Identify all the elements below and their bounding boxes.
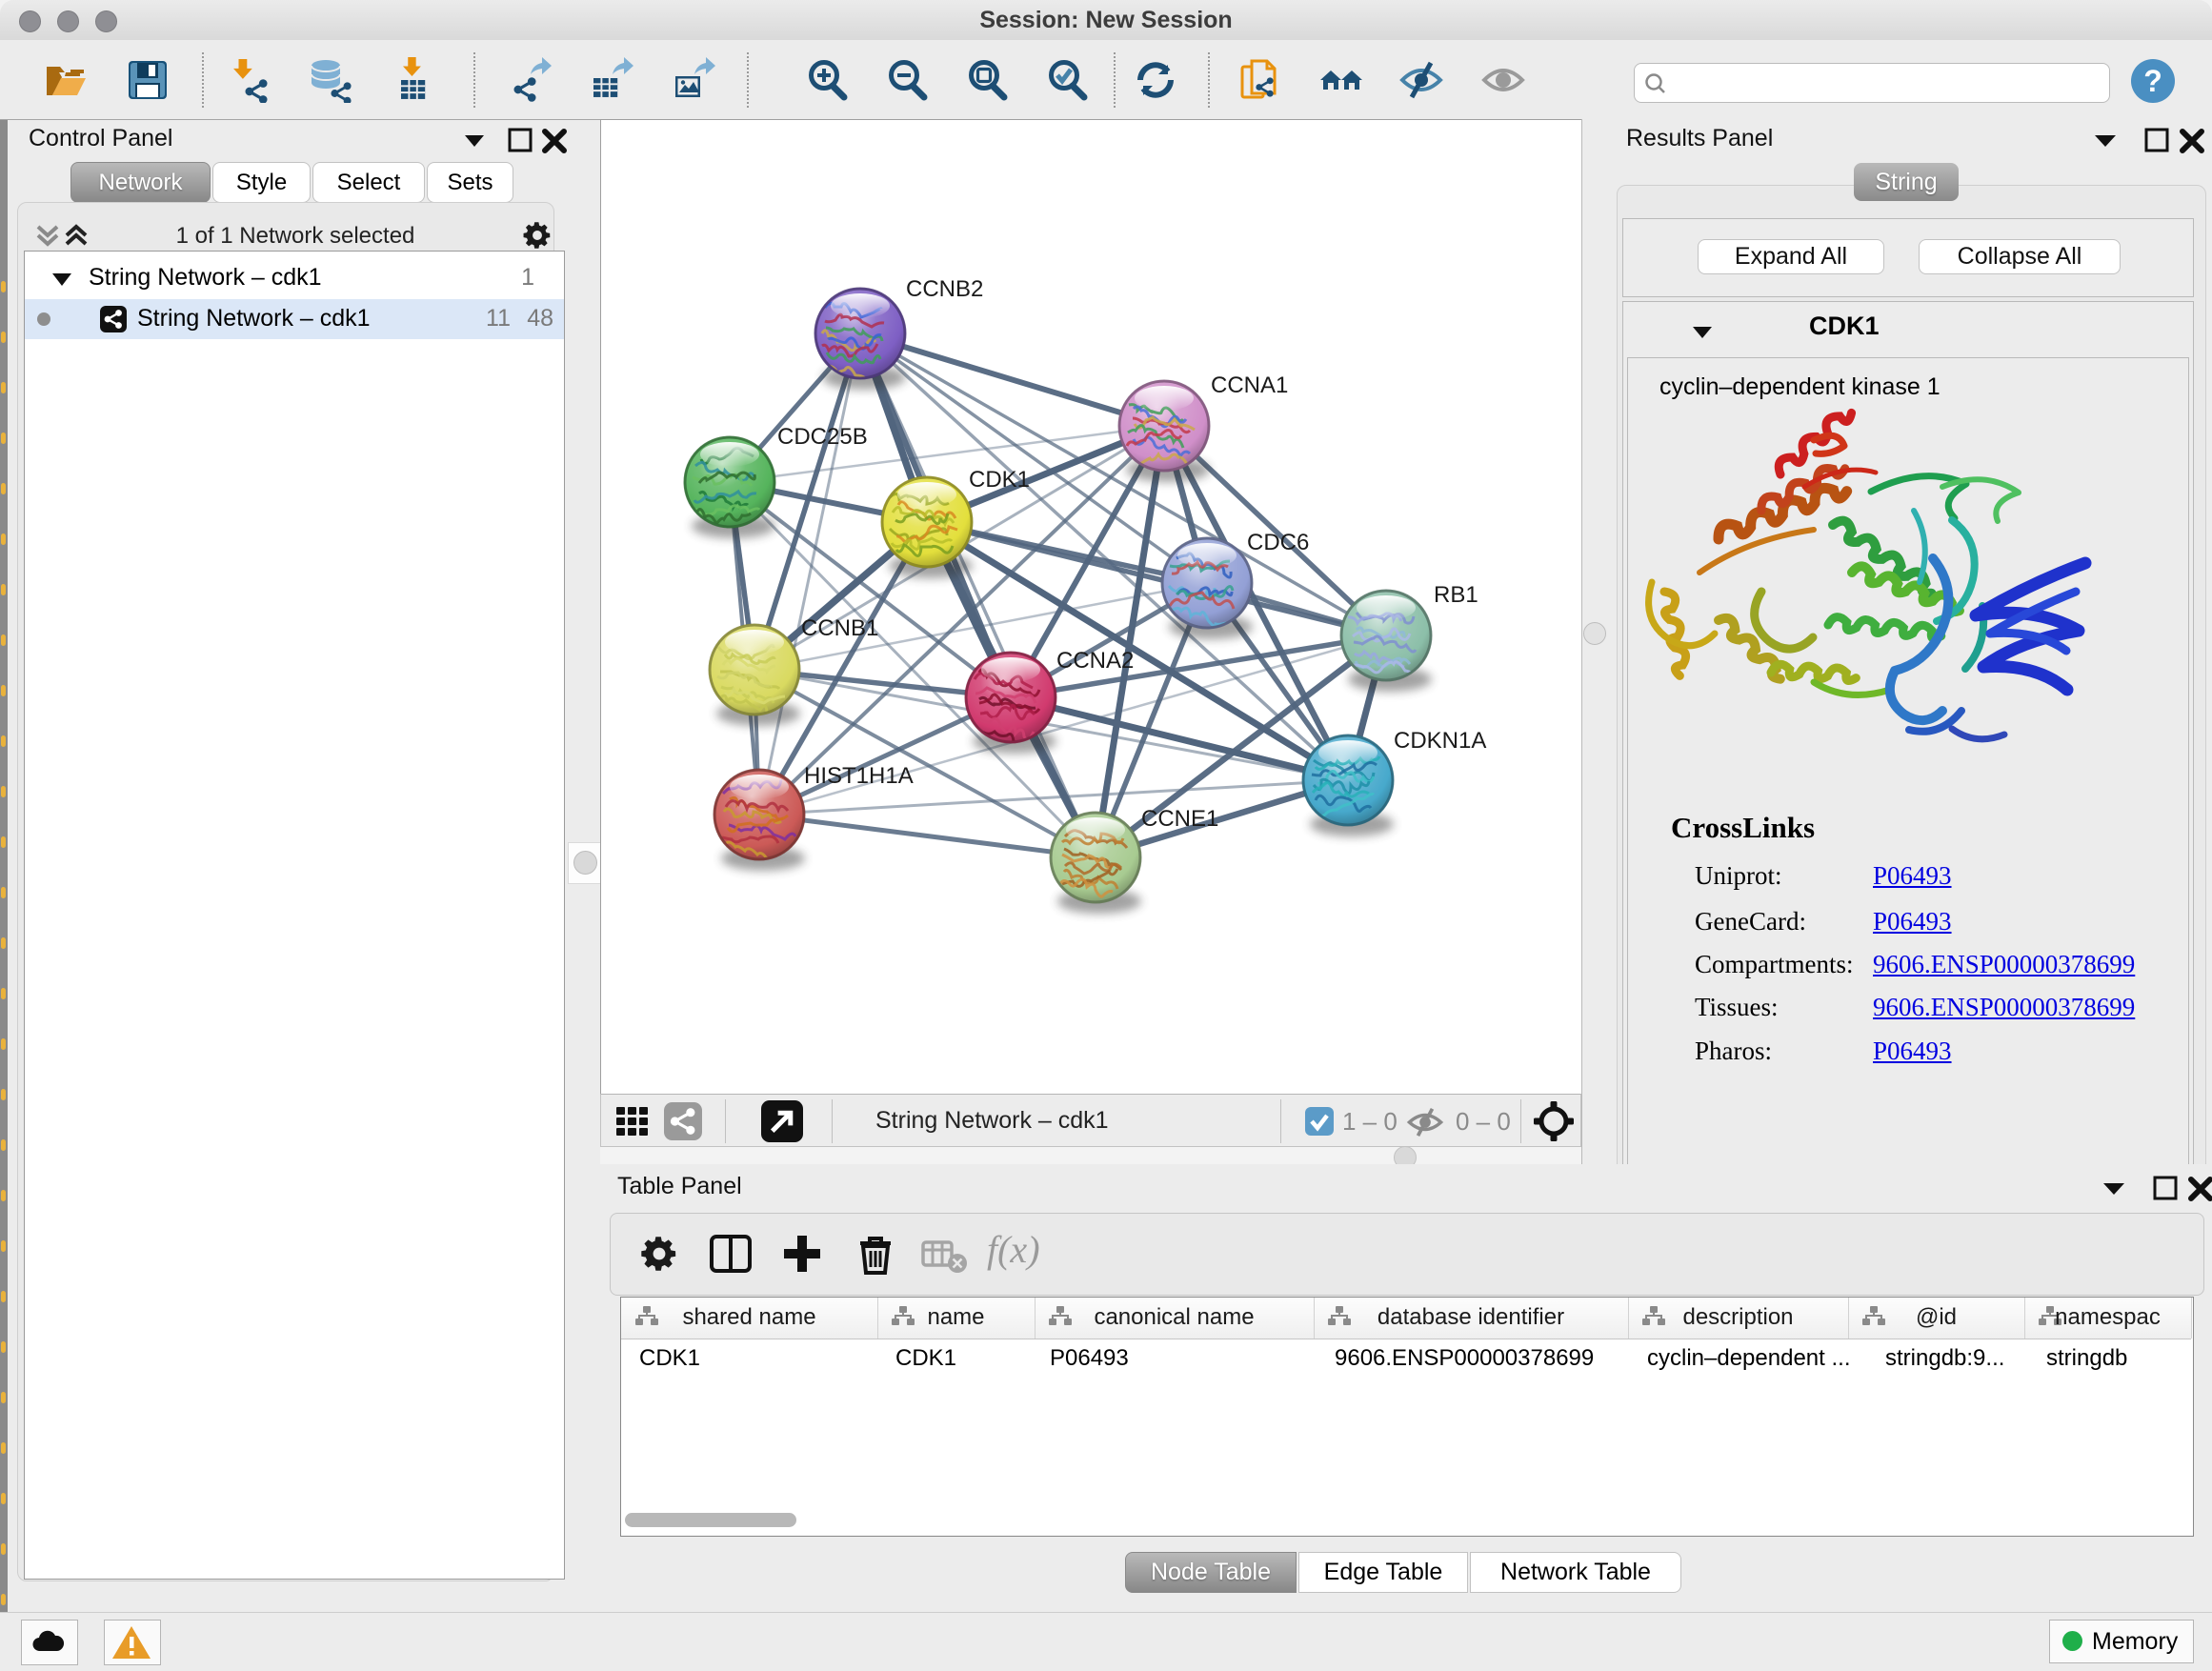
svg-text:CCNB2: CCNB2: [906, 276, 983, 302]
svg-text:CDC25B: CDC25B: [777, 424, 868, 450]
svg-text:CCNA2: CCNA2: [1056, 648, 1134, 674]
svg-text:CDC6: CDC6: [1247, 530, 1309, 555]
svg-text:CDKN1A: CDKN1A: [1394, 728, 1486, 754]
svg-text:RB1: RB1: [1434, 582, 1478, 608]
svg-text:CCNA1: CCNA1: [1211, 372, 1288, 398]
svg-text:CDK1: CDK1: [969, 467, 1030, 493]
svg-text:HIST1H1A: HIST1H1A: [804, 763, 914, 789]
svg-text:CCNB1: CCNB1: [801, 615, 878, 641]
svg-text:CCNE1: CCNE1: [1141, 806, 1218, 832]
